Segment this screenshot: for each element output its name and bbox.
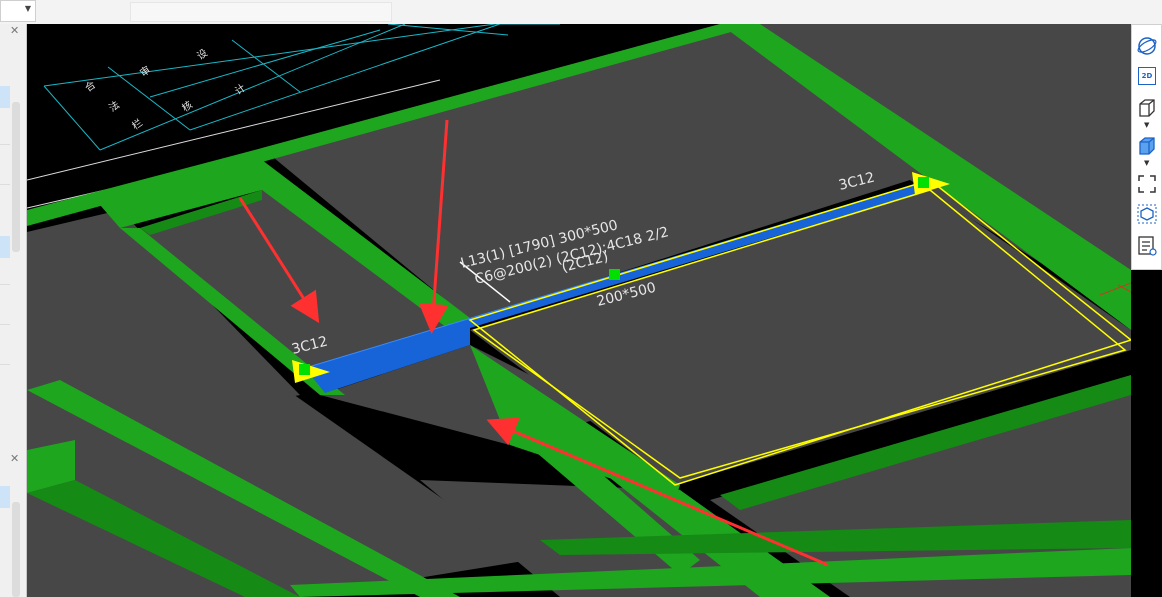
panel-selected-row-3[interactable]	[0, 486, 10, 508]
top-toolbar: ▼	[0, 0, 1162, 25]
section-box-icon[interactable]	[1136, 203, 1158, 225]
left-side-panel: ✕ ✕	[0, 24, 27, 597]
2d-badge: 2D	[1141, 72, 1153, 80]
top-field[interactable]	[130, 2, 392, 22]
display-mode-icon[interactable]	[1136, 135, 1158, 157]
view-2d-button[interactable]: 2D	[1138, 67, 1156, 85]
view-toolbar: 2D ▼ ▼	[1131, 24, 1162, 270]
layer-manager-icon[interactable]	[1136, 235, 1158, 257]
panel-selected-row-2[interactable]	[0, 236, 10, 258]
top-dropdown[interactable]: ▼	[0, 0, 36, 22]
panel-selected-row[interactable]	[0, 86, 10, 108]
chevron-down-icon[interactable]: ▼	[1144, 121, 1149, 129]
close-icon[interactable]: ✕	[10, 452, 19, 465]
fullscreen-icon[interactable]	[1136, 173, 1158, 195]
close-icon[interactable]: ✕	[10, 24, 19, 37]
chevron-down-icon: ▼	[24, 4, 31, 13]
panel-scrollbar-2[interactable]	[12, 502, 20, 597]
orbit-icon[interactable]	[1136, 35, 1158, 57]
panel-scrollbar[interactable]	[12, 102, 20, 252]
cube-3d-icon[interactable]	[1136, 97, 1158, 119]
chevron-down-icon[interactable]: ▼	[1144, 159, 1149, 167]
3d-viewport[interactable]: 合 法 栏 审 核 设 计 L13(1) [1790] 300*500 C6@2…	[27, 24, 1131, 597]
